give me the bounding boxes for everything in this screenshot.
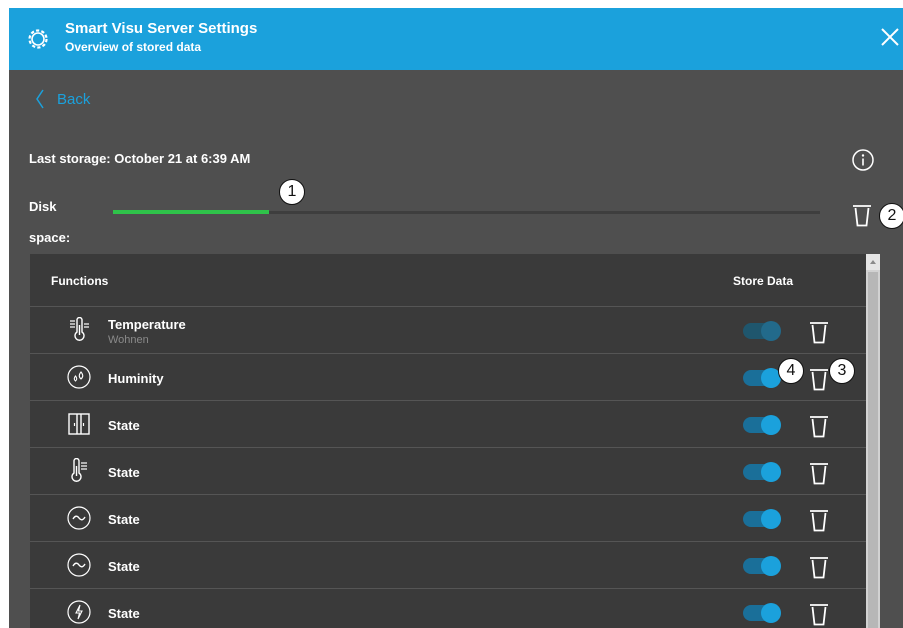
header-bar: Smart Visu Server Settings Overview of s… [9,8,903,70]
trash-icon[interactable] [808,319,830,345]
trash-icon[interactable] [808,554,830,580]
settings-window: Smart Visu Server Settings Overview of s… [9,8,903,628]
close-icon[interactable] [879,26,901,48]
trash-icon[interactable] [808,507,830,533]
function-name: Temperature [108,317,186,332]
callout-1: 1 [279,179,305,205]
gear-icon [28,29,48,49]
callout-4: 4 [778,358,804,384]
store-data-toggle[interactable] [743,368,781,388]
function-name: Huminity [108,371,164,386]
trash-icon[interactable] [808,601,830,627]
window-subtitle: Overview of stored data [65,40,202,54]
disk-space-bar [113,210,820,214]
table-row: State [30,448,866,495]
thermometer-icon [71,458,87,482]
stored-data-table: Functions Store Data Temperature Wohnen [30,254,866,628]
store-data-toggle[interactable] [743,321,781,341]
info-icon[interactable] [851,148,875,172]
table-row: State [30,495,866,542]
window-title: Smart Visu Server Settings [65,20,258,37]
function-name: State [108,559,140,574]
back-button[interactable]: Back [35,88,90,110]
table-row: Huminity [30,354,866,401]
store-data-toggle[interactable] [743,556,781,576]
trash-icon[interactable] [808,366,830,392]
chevron-left-icon [36,89,44,109]
scroll-up-arrow[interactable] [866,254,880,270]
functions-column-header: Functions [51,274,109,288]
table-row: State [30,542,866,589]
function-name: State [108,465,140,480]
table-scrollbar[interactable] [866,254,880,628]
table-row: State [30,589,866,628]
trash-icon[interactable] [808,413,830,439]
window-icon [68,413,90,435]
table-row: State [30,401,866,448]
function-name: State [108,512,140,527]
store-data-toggle[interactable] [743,462,781,482]
function-room: Wohnen [108,334,149,346]
back-label: Back [57,90,91,108]
wave-icon [67,553,91,577]
store-data-column-header: Store Data [733,274,794,288]
wave-icon [67,506,91,530]
trash-icon[interactable] [808,460,830,486]
callout-3: 3 [829,358,855,384]
scrollbar-thumb[interactable] [868,272,878,628]
function-name: State [108,418,140,433]
delete-all-trash-icon[interactable] [851,202,873,228]
disk-space-label: Disk space: [29,199,71,245]
table-header: Functions Store Data [30,254,866,307]
store-data-toggle[interactable] [743,415,781,435]
store-data-toggle[interactable] [743,603,781,623]
callout-2: 2 [879,203,903,229]
table-row: Temperature Wohnen [30,307,866,354]
last-storage-text: Last storage: October 21 at 6:39 AM [29,151,251,166]
function-name: State [108,606,140,621]
lightning-icon [67,600,91,624]
disk-space-fill [113,210,269,214]
humidity-icon [67,365,91,389]
thermometer-icon [70,317,89,341]
store-data-toggle[interactable] [743,509,781,529]
